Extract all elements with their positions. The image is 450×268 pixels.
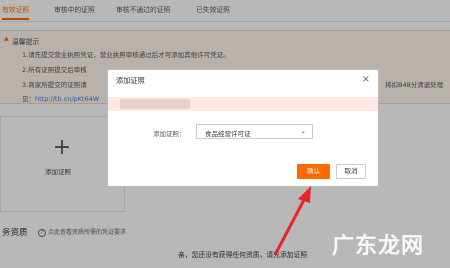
- license-type-value: 食品经营许可证: [205, 130, 251, 138]
- watermark-text: 广东龙网: [332, 234, 425, 259]
- blurred-info-band: [108, 97, 378, 111]
- blurred-text: [120, 99, 190, 109]
- add-license-dialog: 添加证照 × 添加证照： 食品经营许可证 ⌄ 确认 取消: [107, 69, 379, 187]
- license-field-label: 添加证照：: [153, 130, 186, 138]
- license-type-select[interactable]: 食品经营许可证 ⌄: [196, 124, 313, 139]
- watermark: 广东龙网: [322, 224, 448, 260]
- chevron-down-icon: ⌄: [300, 127, 306, 135]
- dialog-title: 添加证照: [116, 76, 145, 85]
- cancel-button[interactable]: 取消: [336, 164, 366, 179]
- confirm-button[interactable]: 确认: [297, 164, 330, 179]
- close-icon[interactable]: ×: [362, 74, 370, 85]
